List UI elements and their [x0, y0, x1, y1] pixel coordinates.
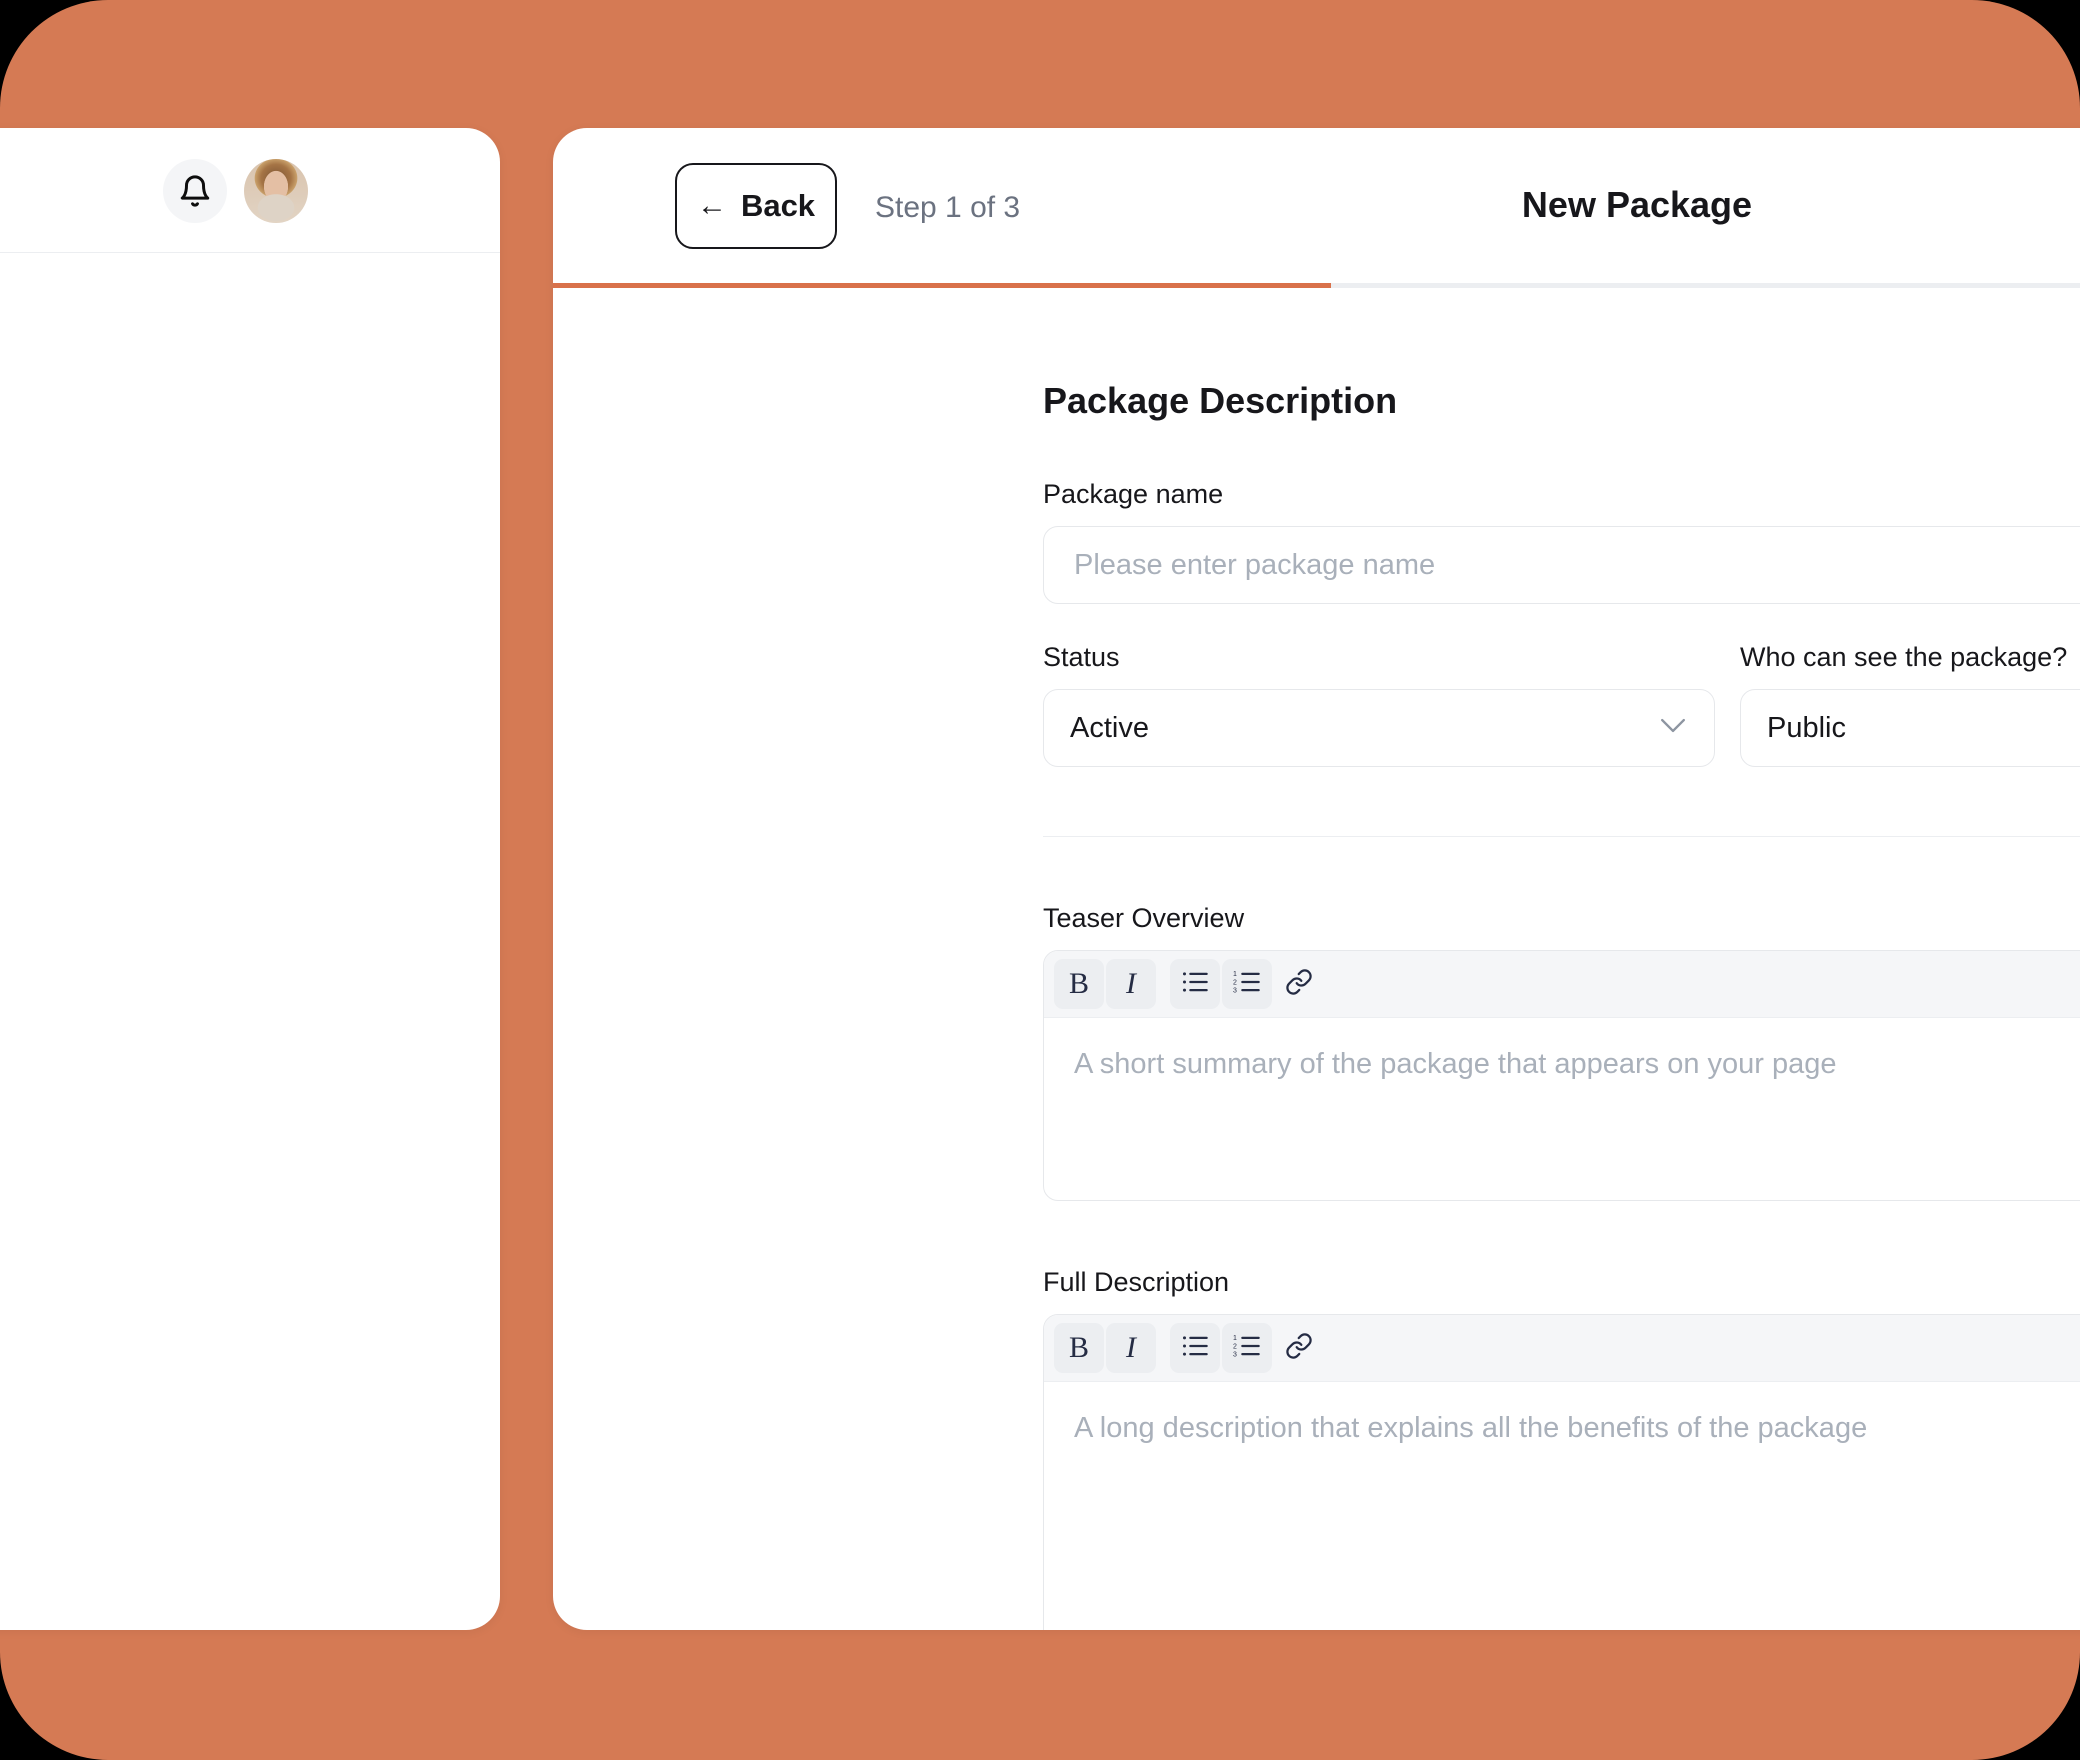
visibility-value: Public [1767, 711, 1846, 744]
bold-button[interactable]: B [1054, 1323, 1104, 1373]
svg-text:3: 3 [1233, 1351, 1237, 1358]
visibility-group: Who can see the package? Public [1740, 642, 2080, 767]
form-body: Package Description Package name Status … [553, 288, 2080, 1630]
full-description-editor: B I 1 2 3 A long description that explai… [1043, 1314, 2080, 1630]
full-description-toolbar: B I 1 2 3 [1044, 1315, 2080, 1382]
package-name-input[interactable] [1043, 526, 2080, 604]
avatar[interactable] [244, 159, 308, 223]
package-name-group: Package name [1043, 479, 2080, 604]
numbered-list-button[interactable]: 1 2 3 [1222, 1323, 1272, 1373]
page-title: New Package [1521, 184, 1753, 225]
visibility-label: Who can see the package? [1740, 642, 2068, 672]
divider [1043, 836, 2080, 837]
svg-text:2: 2 [1233, 1343, 1237, 1350]
svg-text:3: 3 [1233, 987, 1237, 994]
full-description-label: Full Description [1043, 1267, 1230, 1297]
teaser-overview-group: Teaser Overview B I 1 2 3 A short summar… [1043, 903, 2080, 1201]
bullet-list-icon [1181, 970, 1209, 999]
bold-label: B [1068, 967, 1089, 1000]
select-row: Status Active Who can see the package? P… [1043, 642, 2080, 767]
bell-icon [178, 173, 212, 209]
bold-label: B [1068, 1331, 1089, 1364]
numbered-list-icon: 1 2 3 [1233, 970, 1261, 999]
italic-label: I [1126, 1331, 1136, 1364]
bullet-list-button[interactable] [1170, 1323, 1220, 1373]
link-button[interactable] [1274, 1323, 1324, 1373]
numbered-list-button[interactable]: 1 2 3 [1222, 959, 1272, 1009]
link-icon [1285, 1332, 1313, 1365]
sidebar-topbar [0, 128, 500, 253]
visibility-select[interactable]: Public [1740, 689, 2080, 767]
status-label: Status [1043, 642, 1120, 672]
notifications-button[interactable] [163, 159, 227, 223]
teaser-overview-label: Teaser Overview [1043, 903, 1245, 933]
italic-label: I [1126, 967, 1136, 1000]
bullet-list-button[interactable] [1170, 959, 1220, 1009]
device-frame: kage ← Back Step 1 of 3 New Package [0, 0, 2080, 1760]
status-group: Status Active [1043, 642, 1715, 767]
italic-button[interactable]: I [1106, 959, 1156, 1009]
status-value: Active [1070, 711, 1149, 744]
full-description-input[interactable]: A long description that explains all the… [1044, 1382, 2080, 1630]
full-description-group: Full Description B I 1 2 3 A long descri… [1043, 1267, 2080, 1630]
link-button[interactable] [1274, 959, 1324, 1009]
teaser-overview-editor: B I 1 2 3 A short summary of the package… [1043, 950, 2080, 1201]
section-title: Package Description [1043, 380, 1398, 421]
package-name-label: Package name [1043, 479, 1224, 509]
sidebar-panel: kage [0, 128, 500, 1630]
svg-text:1: 1 [1233, 1335, 1237, 1342]
svg-text:1: 1 [1233, 971, 1237, 978]
teaser-overview-input[interactable]: A short summary of the package that appe… [1044, 1018, 2080, 1200]
numbered-list-icon: 1 2 3 [1233, 1334, 1261, 1363]
bold-button[interactable]: B [1054, 959, 1104, 1009]
link-icon [1285, 968, 1313, 1001]
bullet-list-icon [1181, 1334, 1209, 1363]
italic-button[interactable]: I [1106, 1323, 1156, 1373]
wizard-header: ← Back Step 1 of 3 New Package [553, 128, 2080, 288]
svg-text:2: 2 [1233, 979, 1237, 986]
chevron-down-icon [1660, 718, 1686, 739]
status-select[interactable]: Active [1043, 689, 1715, 767]
teaser-toolbar: B I 1 2 3 [1044, 951, 2080, 1018]
main-panel: ← Back Step 1 of 3 New Package Package D… [553, 128, 2080, 1630]
